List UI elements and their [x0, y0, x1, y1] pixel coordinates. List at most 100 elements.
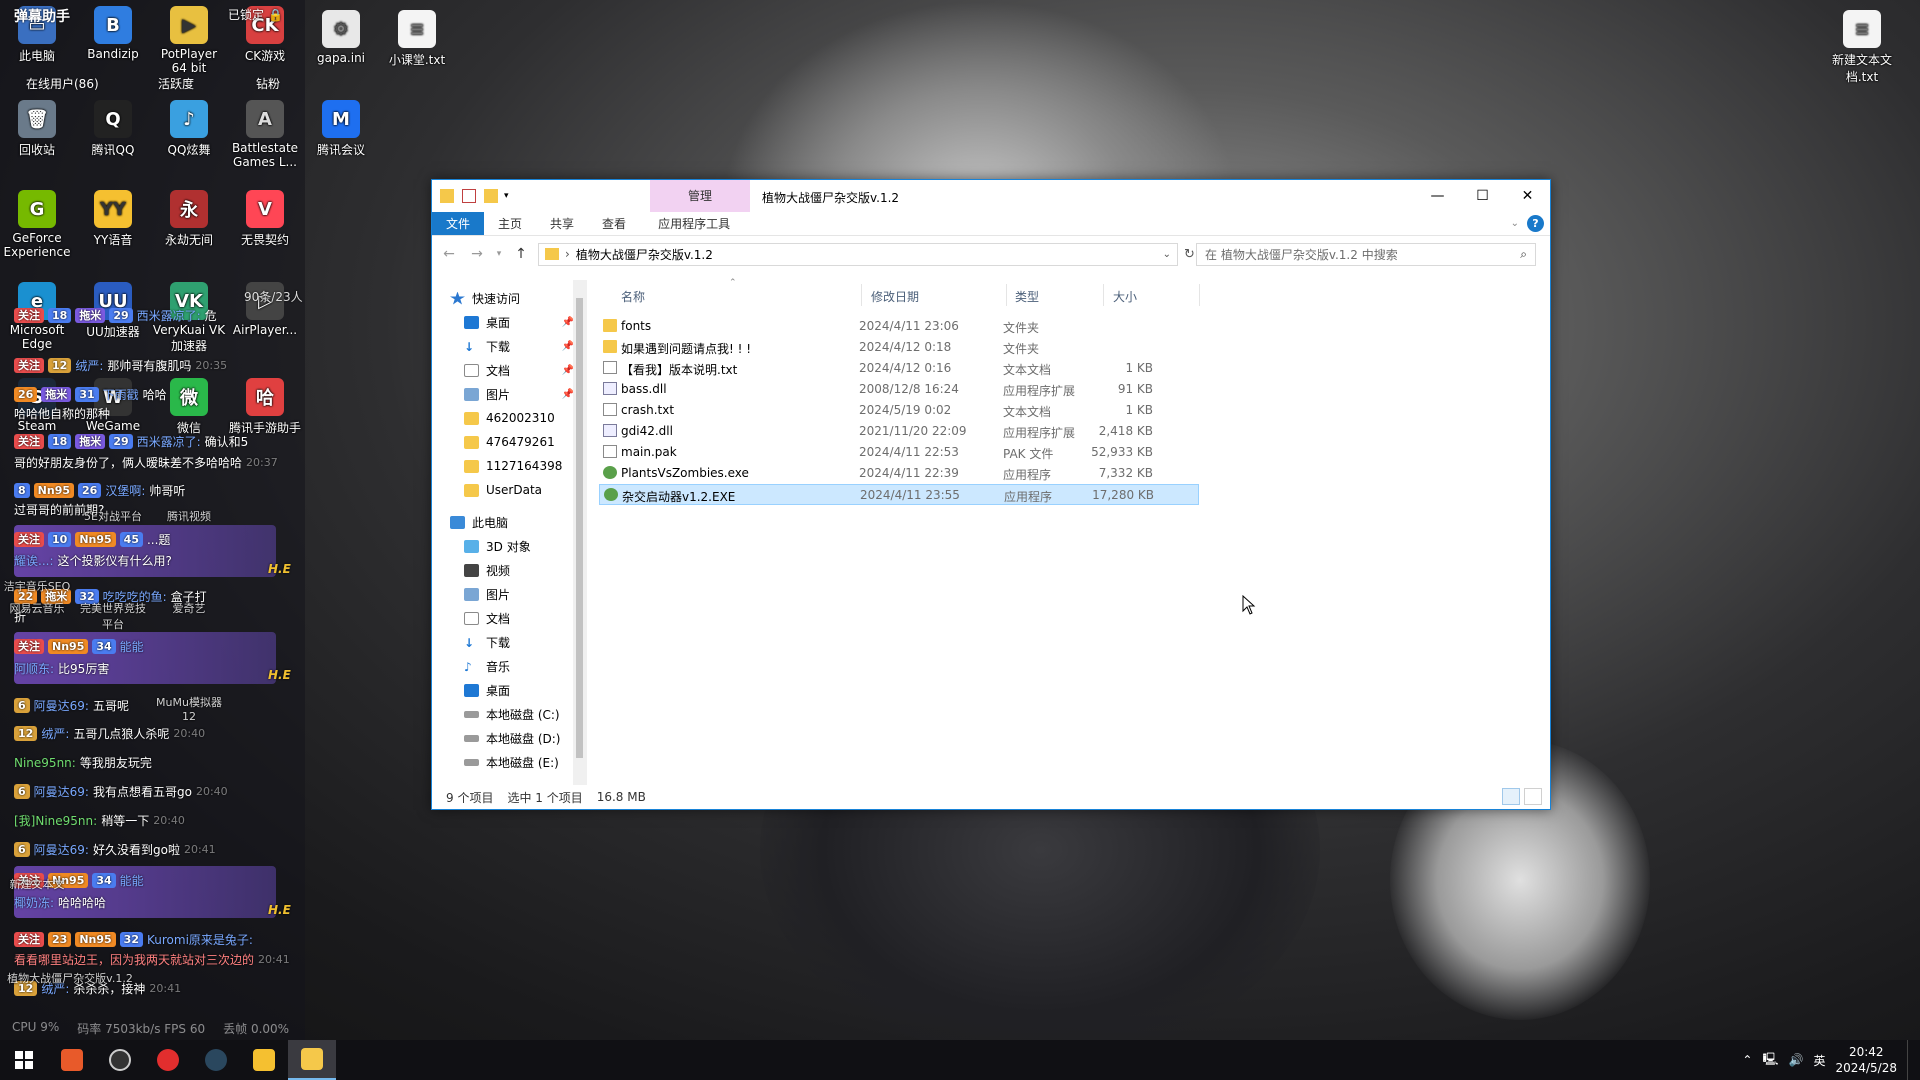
- address-dropdown-icon[interactable]: ⌄: [1163, 249, 1171, 260]
- desktop-icon-tencent-mobile[interactable]: 哈 腾讯手游助手: [228, 378, 302, 436]
- desktop-icon-mumu[interactable]: MuMu模拟器12: [152, 694, 226, 723]
- taskbar-app-2[interactable]: [96, 1040, 144, 1080]
- taskbar-yy[interactable]: [240, 1040, 288, 1080]
- nav-item-downloads[interactable]: ↓ 下载 📌: [432, 334, 586, 358]
- address-input[interactable]: › 植物大战僵尸杂交版v.1.2 ⌄: [538, 242, 1178, 266]
- breadcrumb-separator-icon[interactable]: ›: [565, 247, 570, 261]
- desktop-icon-yy[interactable]: YY YY语音: [76, 190, 150, 248]
- column-size[interactable]: 大小: [1113, 288, 1137, 305]
- tab-application-tools[interactable]: 应用程序工具: [644, 212, 744, 235]
- desktop-icon-recycle-bin[interactable]: 🗑 回收站: [0, 100, 74, 158]
- file-row[interactable]: 【看我】版本说明.txt 2024/4/12 0:16 文本文档 1 KB: [599, 358, 1199, 379]
- nav-item-music[interactable]: ♪ 音乐: [432, 654, 586, 678]
- file-row[interactable]: fonts 2024/4/11 23:06 文件夹: [599, 316, 1199, 337]
- nav-item-drive-c[interactable]: 本地磁盘 (C:): [432, 702, 586, 726]
- desktop-icon-naraka[interactable]: 永 永劫无间: [152, 190, 226, 248]
- desktop-icon-gapa-ini[interactable]: ⚙ gapa.ini: [304, 10, 378, 65]
- volume-icon[interactable]: 🔊: [1789, 1053, 1804, 1067]
- column-divider[interactable]: [861, 284, 862, 306]
- column-divider[interactable]: [1199, 284, 1200, 306]
- file-row[interactable]: main.pak 2024/4/11 22:53 PAK 文件 52,933 K…: [599, 442, 1199, 463]
- taskbar-netease-music[interactable]: [144, 1040, 192, 1080]
- file-row[interactable]: PlantsVsZombies.exe 2024/4/11 22:39 应用程序…: [599, 463, 1199, 484]
- taskbar-app-1[interactable]: [48, 1040, 96, 1080]
- properties-icon[interactable]: [462, 189, 476, 203]
- tab-view[interactable]: 查看: [588, 212, 640, 235]
- file-row[interactable]: crash.txt 2024/5/19 0:02 文本文档 1 KB: [599, 400, 1199, 421]
- new-folder-icon[interactable]: [484, 189, 498, 203]
- nav-item-documents[interactable]: 文档 📌: [432, 358, 586, 382]
- title-bar[interactable]: ▾ 管理 植物大战僵尸杂交版v.1.2 — ☐ ✕: [432, 180, 1550, 212]
- nav-item-drive-e[interactable]: 本地磁盘 (E:): [432, 750, 586, 774]
- column-type[interactable]: 类型: [1015, 288, 1039, 305]
- nav-item-quick-access[interactable]: 快速访问: [432, 286, 586, 310]
- desktop-icon-txt[interactable]: ≡ 小课堂.txt: [380, 10, 454, 68]
- desktop-icon-new-text[interactable]: ≡ 新建文本文档.txt: [1822, 10, 1902, 85]
- column-divider[interactable]: [1006, 284, 1007, 306]
- nav-item-documents[interactable]: 文档: [432, 606, 586, 630]
- breadcrumb-current[interactable]: 植物大战僵尸杂交版v.1.2: [576, 246, 713, 263]
- tab-share[interactable]: 共享: [536, 212, 588, 235]
- taskbar-steam[interactable]: [192, 1040, 240, 1080]
- nav-item-this-pc[interactable]: 此电脑: [432, 510, 586, 534]
- manage-tab[interactable]: 管理: [650, 180, 750, 212]
- desktop-icon-battlestate[interactable]: A Battlestate Games L...: [228, 100, 302, 169]
- desktop-icon-geforce[interactable]: G GeForce Experience: [0, 190, 74, 259]
- maximize-button[interactable]: ☐: [1460, 180, 1505, 212]
- desktop-icon-tencent-meeting[interactable]: M 腾讯会议: [304, 100, 378, 158]
- column-date-modified[interactable]: 修改日期: [871, 288, 919, 305]
- desktop-icon-pvz-hybrid[interactable]: 植物大战僵尸杂交版v.1.2: [0, 970, 140, 986]
- close-button[interactable]: ✕: [1505, 180, 1550, 212]
- expand-ribbon-icon[interactable]: ⌄: [1511, 218, 1519, 229]
- nav-item-downloads[interactable]: ↓ 下载: [432, 630, 586, 654]
- nav-item-drive-d[interactable]: 本地磁盘 (D:): [432, 726, 586, 750]
- desktop-icon-iqiyi[interactable]: 爱奇艺: [152, 600, 226, 616]
- nav-item-pictures[interactable]: 图片 📌: [432, 382, 586, 406]
- desktop-icon-qishui-music[interactable]: 洁宇音乐SEQ: [0, 578, 74, 594]
- desktop-icon-perfect-world[interactable]: 完美世界竞技平台: [76, 600, 150, 632]
- nav-item-folder[interactable]: UserData: [432, 478, 586, 502]
- navigation-scrollbar[interactable]: [573, 280, 586, 785]
- scrollbar-thumb[interactable]: [576, 298, 583, 758]
- nav-item-folder[interactable]: 1127164398: [432, 454, 586, 478]
- nav-item-3d-objects[interactable]: 3D 对象: [432, 534, 586, 558]
- input-language[interactable]: 英: [1813, 1052, 1825, 1069]
- nav-item-pictures[interactable]: 图片: [432, 582, 586, 606]
- up-arrow-icon[interactable]: ↑: [510, 246, 532, 262]
- details-view-icon[interactable]: [1502, 788, 1520, 805]
- desktop-icon-tencent-video[interactable]: 腾讯视频: [152, 508, 226, 524]
- column-name[interactable]: 名称: [621, 288, 645, 305]
- desktop-icon-qq-dance[interactable]: ♪ QQ炫舞: [152, 100, 226, 158]
- file-row[interactable]: gdi42.dll 2021/11/20 22:09 应用程序扩展 2,418 …: [599, 421, 1199, 442]
- back-arrow-icon[interactable]: ←: [438, 246, 460, 262]
- file-row-selected[interactable]: 杂交启动器v1.2.EXE 2024/4/11 23:55 应用程序 17,28…: [599, 484, 1199, 505]
- nav-item-folder[interactable]: 476479261: [432, 430, 586, 454]
- nav-item-videos[interactable]: 视频: [432, 558, 586, 582]
- nav-item-folder[interactable]: 462002310: [432, 406, 586, 430]
- desktop-icon-valorant[interactable]: V 无畏契约: [228, 190, 302, 248]
- nav-item-desktop[interactable]: 桌面: [432, 678, 586, 702]
- desktop-icon-new-text-left[interactable]: 新建文本文: [0, 876, 74, 892]
- desktop-icon-bandizip[interactable]: B Bandizip: [76, 6, 150, 61]
- network-icon[interactable]: 🖳: [1762, 1050, 1778, 1071]
- file-row[interactable]: 如果遇到问题请点我! ! ! 2024/4/12 0:18 文件夹: [599, 337, 1199, 358]
- file-row[interactable]: bass.dll 2008/12/8 16:24 应用程序扩展 91 KB: [599, 379, 1199, 400]
- tab-home[interactable]: 主页: [484, 212, 536, 235]
- search-input[interactable]: 在 植物大战僵尸杂交版v.1.2 中搜索 ⌕: [1196, 242, 1536, 266]
- quick-access-dropdown-icon[interactable]: ▾: [504, 191, 509, 201]
- clock[interactable]: 20:42 2024/5/28: [1835, 1044, 1897, 1076]
- column-divider[interactable]: [1103, 284, 1104, 306]
- desktop-icon-qq[interactable]: Q 腾讯QQ: [76, 100, 150, 158]
- forward-arrow-icon[interactable]: →: [466, 246, 488, 262]
- recent-locations-icon[interactable]: ▾: [494, 249, 504, 259]
- refresh-icon[interactable]: ↻: [1184, 247, 1195, 262]
- nav-item-desktop[interactable]: 桌面 📌: [432, 310, 586, 334]
- large-icons-view-icon[interactable]: [1524, 788, 1542, 805]
- desktop-icon-potplayer[interactable]: ▶ PotPlayer 64 bit: [152, 6, 226, 75]
- show-desktop-button[interactable]: [1907, 1040, 1912, 1080]
- tray-overflow-icon[interactable]: ⌃: [1742, 1053, 1752, 1067]
- desktop-icon-netease-music[interactable]: 网易云音乐: [0, 600, 74, 616]
- start-button[interactable]: [0, 1040, 48, 1080]
- taskbar-file-explorer[interactable]: [288, 1040, 336, 1080]
- desktop-icon-5e[interactable]: 5E对战平台: [76, 508, 150, 524]
